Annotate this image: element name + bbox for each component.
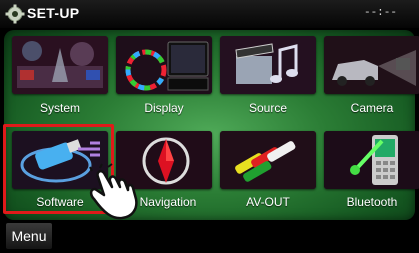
camera-tile[interactable]: [324, 36, 419, 94]
gear-icon: [5, 4, 25, 24]
phone-icon: [324, 131, 419, 189]
bluetooth-label: Bluetooth: [346, 195, 398, 209]
av-out-tile[interactable]: [220, 131, 316, 189]
display-tile[interactable]: [116, 36, 212, 94]
pointing-hand-icon: [89, 163, 138, 220]
bluetooth-tile[interactable]: [324, 131, 419, 189]
clock-display: --:--: [363, 7, 397, 19]
display-icon: [116, 36, 212, 94]
av-out-label: AV-OUT: [246, 195, 290, 209]
rca-cable-icon: [220, 131, 316, 189]
camera-label: Camera: [350, 101, 394, 115]
menu-button[interactable]: Menu: [6, 223, 52, 249]
car-camera-icon: [324, 36, 419, 94]
system-label: System: [39, 101, 80, 115]
page-title: SET-UP: [27, 5, 80, 21]
source-tile[interactable]: [220, 36, 316, 94]
source-label: Source: [248, 101, 288, 115]
globe-icon: [12, 36, 108, 94]
music-clapper-icon: [220, 36, 316, 94]
system-tile[interactable]: [12, 36, 108, 94]
display-label: Display: [144, 101, 184, 115]
title-bar: SET-UP --:--: [0, 0, 419, 28]
